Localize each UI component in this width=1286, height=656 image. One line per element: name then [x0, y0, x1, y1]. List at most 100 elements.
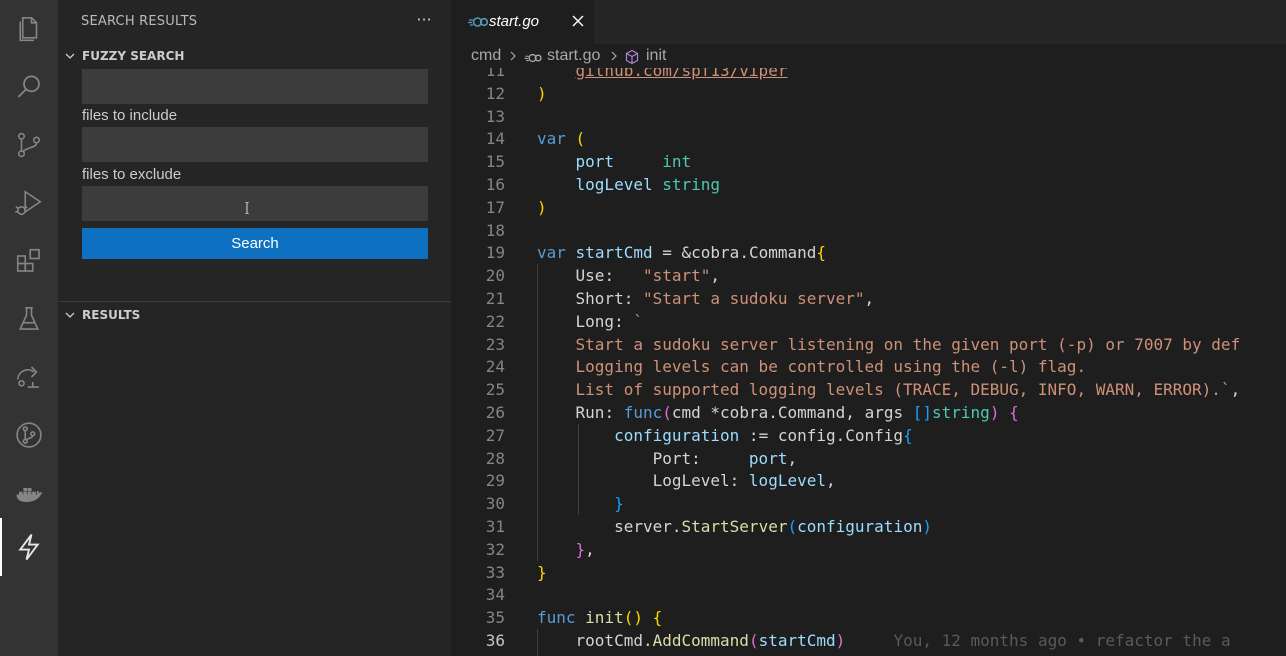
code-line[interactable]: 22 Long: `: [451, 310, 1286, 333]
line-number: 16: [485, 175, 505, 194]
search-button[interactable]: Search: [82, 228, 428, 259]
line-text: var (: [537, 129, 586, 149]
code-line[interactable]: 23 Start a sudoku server listening on th…: [451, 333, 1286, 356]
line-number: 18: [485, 220, 505, 240]
code-line[interactable]: 16 logLevel string: [451, 173, 1286, 196]
close-icon[interactable]: [569, 12, 587, 30]
docker-icon[interactable]: [0, 464, 58, 522]
line-number: 30: [485, 494, 505, 514]
line-number: 28: [485, 448, 505, 468]
line-text: },: [575, 539, 595, 559]
tab-label: start.go: [489, 13, 540, 30]
line-number: 11: [485, 68, 505, 80]
section-title: FUZZY SEARCH: [82, 49, 185, 63]
code-line[interactable]: 27 configuration := config.Config{: [451, 424, 1286, 447]
line-number: 25: [485, 380, 505, 400]
tab-bar: start.go: [451, 0, 1286, 44]
line-number: 27: [485, 425, 505, 445]
files-exclude-input[interactable]: [82, 186, 428, 221]
line-number: 35: [485, 608, 505, 628]
code-line[interactable]: 32 },: [451, 538, 1286, 561]
indent-guide: [537, 629, 538, 656]
extensions-icon[interactable]: [0, 232, 58, 290]
code-line[interactable]: 17): [451, 196, 1286, 219]
line-text: }: [614, 494, 624, 514]
code-line[interactable]: 19 var startCmd = &cobra.Command{: [451, 241, 1286, 264]
line-text: server.StartServer(configuration): [614, 517, 932, 536]
search-input[interactable]: [82, 69, 428, 104]
code-line[interactable]: 33}: [451, 561, 1286, 584]
code-line[interactable]: 24 Logging levels can be controlled usin…: [451, 355, 1286, 378]
search-icon[interactable]: [0, 58, 58, 116]
code-line[interactable]: 25 List of supported logging levels (TRA…: [451, 378, 1286, 401]
code-line[interactable]: 12): [451, 82, 1286, 105]
testing-icon[interactable]: [0, 290, 58, 348]
breadcrumb-item-cmd[interactable]: cmd: [471, 47, 501, 65]
more-actions-button[interactable]: ···: [414, 10, 434, 30]
code-line[interactable]: 14 var (: [451, 127, 1286, 150]
chevron-right-icon: [510, 51, 516, 61]
section-divider: [58, 301, 451, 302]
code-line[interactable]: 34: [451, 583, 1286, 606]
code-line[interactable]: 15 port int: [451, 150, 1286, 173]
line-text: Port: port,: [652, 448, 798, 468]
code-line[interactable]: 29 LogLevel: logLevel,: [451, 469, 1286, 492]
code-line[interactable]: 20 Use: "start",: [451, 264, 1286, 287]
line-number: 23: [485, 334, 505, 354]
line-text: port int: [575, 152, 692, 172]
git-graph-icon[interactable]: [0, 406, 58, 464]
code-editor[interactable]: 11 github.com/spf13/viper 12) 13 14 var (15 …: [451, 68, 1286, 656]
indent-guide: [537, 264, 538, 561]
line-number: 19: [485, 243, 505, 263]
line-text: Long: `: [575, 311, 643, 331]
lightning-icon[interactable]: [0, 518, 58, 576]
breadcrumb-item-file[interactable]: start.go: [547, 47, 600, 65]
files-include-input[interactable]: [82, 127, 428, 162]
code-line[interactable]: 11 github.com/spf13/viper: [451, 68, 1286, 82]
line-text: Short: "Start a sudoku server",: [575, 289, 875, 308]
breadcrumb-item-symbol[interactable]: init: [646, 47, 666, 65]
line-text: configuration := config.Config{: [614, 425, 913, 445]
code-line[interactable]: 36 rootCmd.AddCommand(startCmd) You, 12 …: [451, 629, 1286, 652]
code-line[interactable]: 21 Short: "Start a sudoku server",: [451, 287, 1286, 310]
results-section-header[interactable]: RESULTS: [58, 304, 451, 326]
line-number: 21: [485, 289, 505, 308]
run-debug-icon[interactable]: [0, 174, 58, 232]
exclude-label: files to exclude: [82, 166, 182, 183]
line-number: 33: [485, 562, 505, 582]
line-text: }: [537, 562, 547, 582]
text-cursor-icon: [245, 202, 249, 214]
code-line[interactable]: 26 Run: func(cmd *cobra.Command, args []…: [451, 401, 1286, 424]
line-text: ): [537, 197, 547, 217]
line-number: 13: [485, 106, 505, 126]
remote-explorer-icon[interactable]: [0, 348, 58, 406]
line-number: 12: [485, 83, 505, 103]
go-file-icon: [468, 17, 488, 27]
line-number: 31: [485, 517, 505, 536]
code-line[interactable]: 28 Port: port,: [451, 447, 1286, 470]
code-line[interactable]: 13: [451, 105, 1286, 128]
code-line[interactable]: 31 server.StartServer(configuration): [451, 515, 1286, 538]
line-text: Use: "start",: [575, 266, 721, 286]
include-label: files to include: [82, 107, 178, 124]
explorer-icon[interactable]: [0, 0, 58, 58]
activity-bar: [0, 0, 58, 656]
line-text: Logging levels can be controlled using t…: [537, 357, 1087, 377]
chevron-right-icon: [611, 51, 617, 61]
editor-area: start.go cmd start.go init 11 github.com…: [451, 0, 1286, 656]
line-text: github.com/spf13/viper: [575, 68, 788, 80]
indent-guide: [578, 423, 579, 515]
line-number: 36: [485, 631, 505, 650]
source-control-icon[interactable]: [0, 116, 58, 174]
chevron-down-icon: [58, 50, 82, 62]
search-sidebar: SEARCH RESULTS ··· FUZZY SEARCH files to…: [58, 0, 451, 656]
code-line[interactable]: 30 }: [451, 492, 1286, 515]
tab-start-go[interactable]: start.go: [451, 0, 594, 44]
line-text: List of supported logging levels (TRACE,…: [537, 380, 1241, 400]
fuzzy-search-section-header[interactable]: FUZZY SEARCH: [58, 45, 451, 67]
line-text: Run: func(cmd *cobra.Command, args []str…: [575, 403, 1019, 422]
code-line[interactable]: 35 func init() {: [451, 606, 1286, 629]
code-line[interactable]: 18: [451, 219, 1286, 242]
line-text: ): [537, 83, 547, 103]
line-number: 15: [485, 152, 505, 172]
